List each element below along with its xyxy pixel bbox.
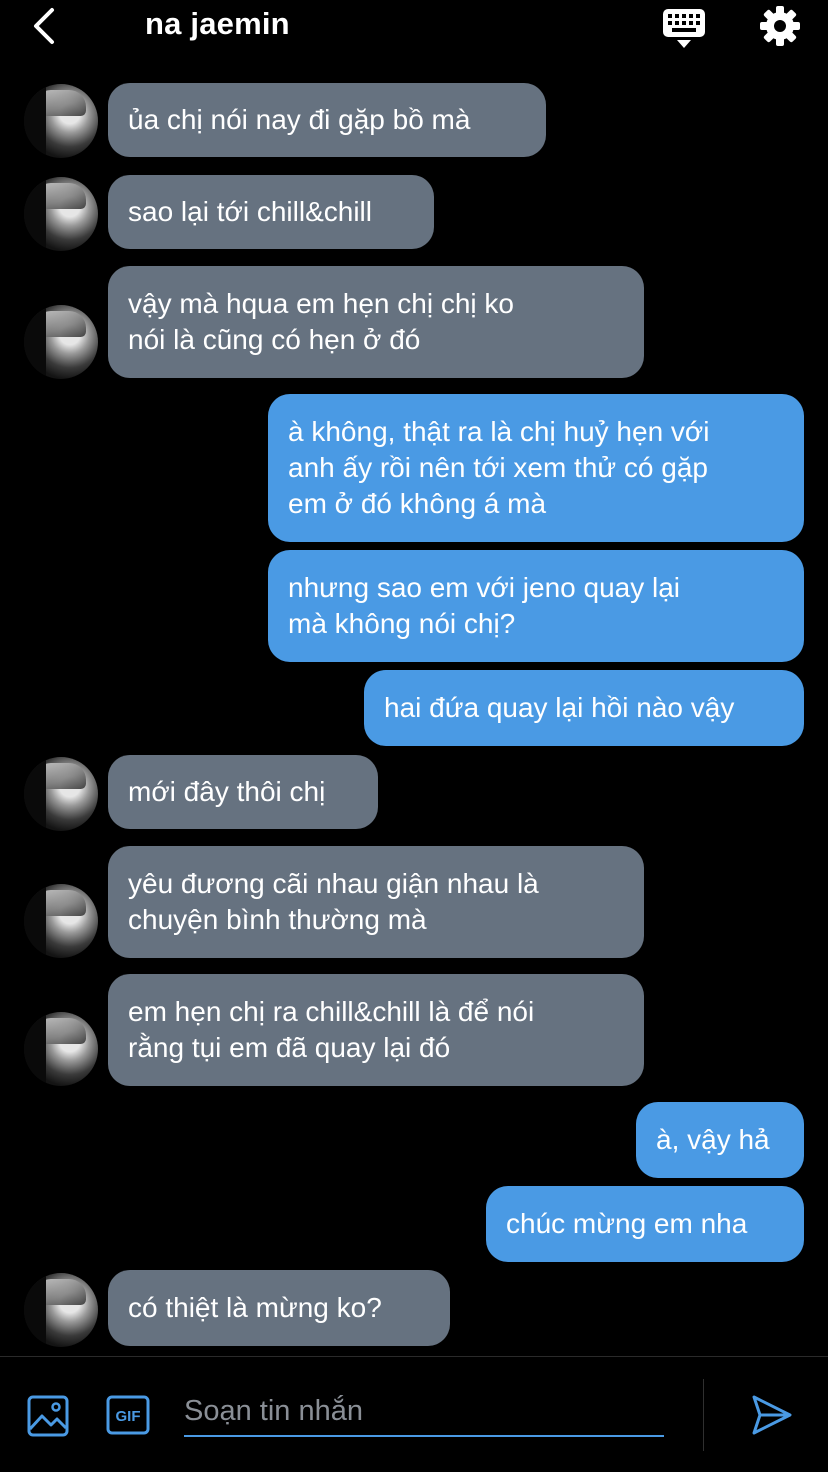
message-bubble-outgoing[interactable]: à không, thật ra là chị huỷ hẹn với anh …	[268, 394, 804, 542]
message-list: ủa chị nói nay đi gặp bồ mà sao lại tới …	[0, 0, 828, 1355]
avatar	[24, 305, 98, 379]
message-bubble-outgoing[interactable]: chúc mừng em nha	[486, 1186, 804, 1262]
message-bubble-incoming[interactable]: mới đây thôi chị	[108, 755, 378, 829]
message-bubble-incoming[interactable]: có thiệt là mừng ko?	[108, 1270, 450, 1346]
message-bubble-incoming[interactable]: ủa chị nói nay đi gặp bồ mà	[108, 83, 546, 157]
message-bubble-outgoing[interactable]: hai đứa quay lại hồi nào vậy	[364, 670, 804, 746]
avatar	[24, 1273, 98, 1347]
message-bubble-incoming[interactable]: sao lại tới chill&chill	[108, 175, 434, 249]
composer-divider	[703, 1379, 704, 1451]
message-bubble-incoming[interactable]: vậy mà hqua em hẹn chị chị ko nói là cũn…	[108, 266, 644, 378]
gif-icon: GIF	[106, 1395, 150, 1435]
message-bubble-incoming[interactable]: yêu đương cãi nhau giận nhau là chuyện b…	[108, 846, 644, 958]
avatar	[24, 884, 98, 958]
message-input[interactable]	[184, 1387, 664, 1437]
send-button[interactable]	[750, 1393, 794, 1437]
image-icon	[27, 1395, 69, 1437]
gif-button[interactable]: GIF	[106, 1395, 150, 1435]
message-bubble-incoming[interactable]: em hẹn chị ra chill&chill là để nói rằng…	[108, 974, 644, 1086]
image-button[interactable]	[27, 1395, 69, 1437]
message-composer: GIF	[0, 1356, 828, 1472]
avatar	[24, 177, 98, 251]
avatar	[24, 1012, 98, 1086]
send-icon	[752, 1395, 792, 1435]
avatar	[24, 84, 98, 158]
gif-label: GIF	[116, 1408, 141, 1425]
message-bubble-outgoing[interactable]: nhưng sao em với jeno quay lại mà không …	[268, 550, 804, 662]
message-bubble-outgoing[interactable]: à, vậy hả	[636, 1102, 804, 1178]
avatar	[24, 757, 98, 831]
